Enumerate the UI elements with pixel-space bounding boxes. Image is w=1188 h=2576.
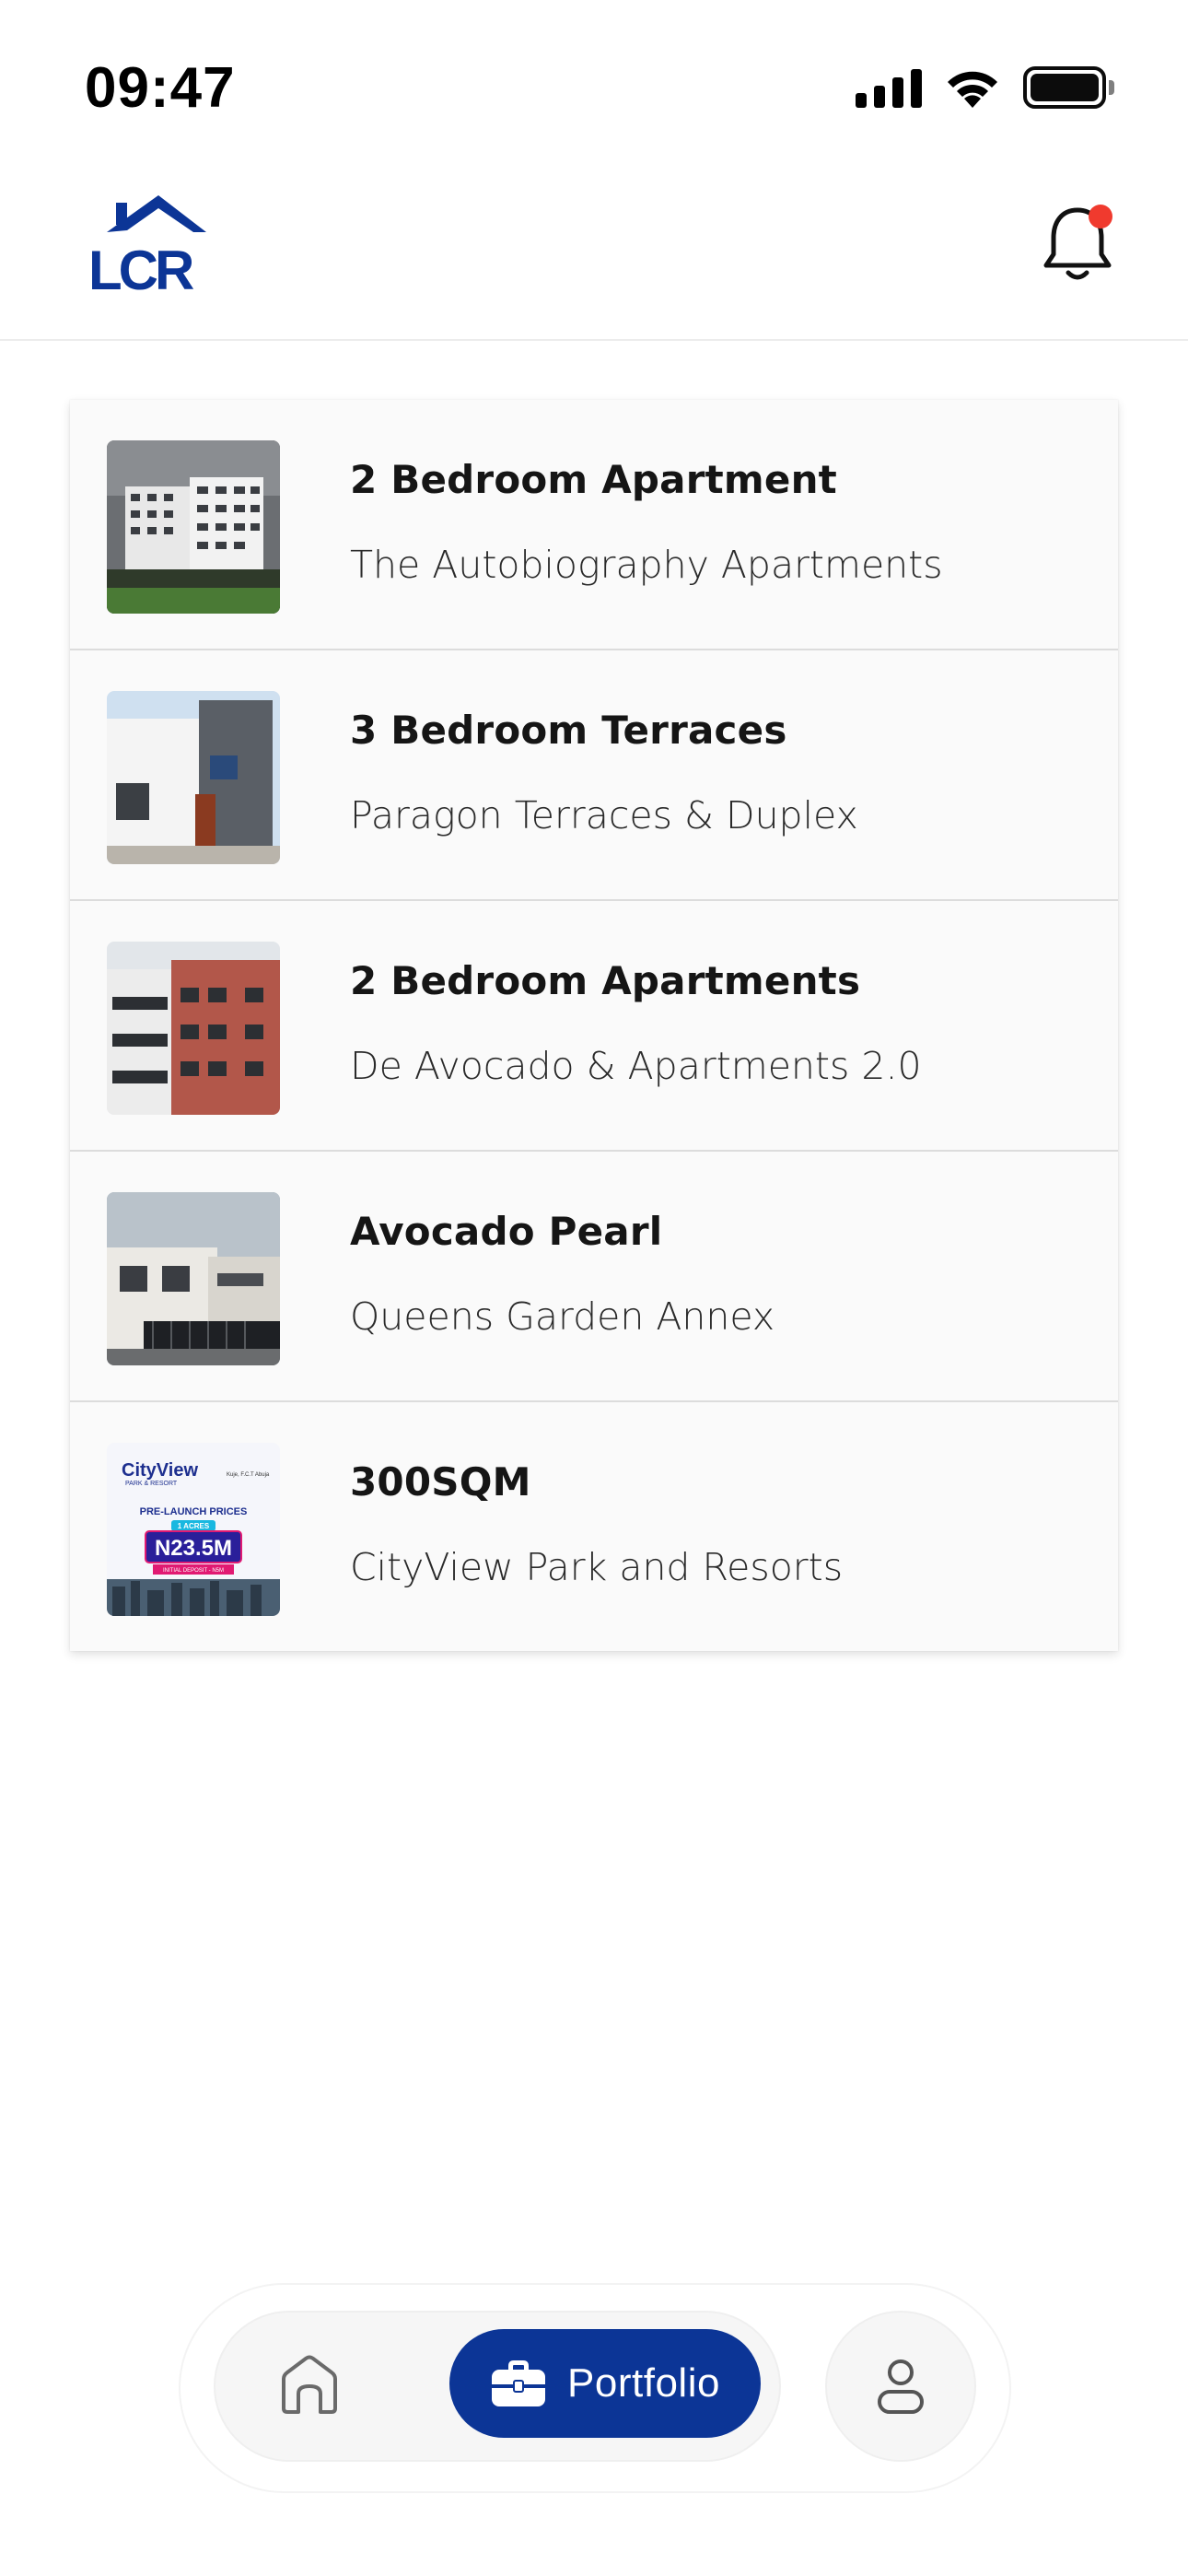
notification-dot bbox=[1089, 205, 1112, 228]
profile-icon bbox=[878, 2359, 924, 2414]
nav-portfolio-button[interactable]: Portfolio bbox=[449, 2329, 761, 2438]
flyer-price: N23.5M bbox=[155, 1536, 232, 1561]
listing-title: 2 Bedroom Apartment bbox=[350, 457, 837, 502]
battery-icon bbox=[1023, 66, 1114, 109]
status-icons bbox=[856, 66, 1114, 109]
nav-home-button[interactable] bbox=[276, 2351, 343, 2418]
list-item[interactable]: 2 Bedroom Apartments De Avocado & Apartm… bbox=[70, 901, 1118, 1152]
list-item[interactable]: Avocado Pearl Queens Garden Annex bbox=[70, 1152, 1118, 1402]
listing-text: 2 Bedroom Apartments De Avocado & Apartm… bbox=[350, 958, 922, 1088]
listing-text: 300SQM CityView Park and Resorts bbox=[350, 1459, 843, 1589]
listing-text: Avocado Pearl Queens Garden Annex bbox=[350, 1209, 775, 1339]
flyer-tagline: PARK & RESORT bbox=[125, 1481, 178, 1487]
notification-bell-icon[interactable] bbox=[1041, 203, 1114, 286]
listing-subtitle: Queens Garden Annex bbox=[350, 1294, 775, 1339]
nav-portfolio-label: Portfolio bbox=[567, 2360, 720, 2406]
nav-profile-button[interactable] bbox=[825, 2311, 976, 2462]
listing-text: 2 Bedroom Apartment The Autobiography Ap… bbox=[350, 457, 943, 587]
wifi-icon bbox=[946, 67, 999, 108]
listing-title: 3 Bedroom Terraces bbox=[350, 708, 787, 753]
signal-icon bbox=[856, 67, 922, 108]
list-item[interactable]: CityView PARK & RESORT Kuje, F.C.T Abuja… bbox=[70, 1402, 1118, 1651]
flyer-headline: PRE-LAUNCH PRICES bbox=[140, 1506, 248, 1517]
lcr-logo[interactable]: LCR bbox=[88, 193, 221, 301]
briefcase-icon bbox=[492, 2360, 546, 2406]
property-thumbnail bbox=[107, 942, 280, 1115]
listing-subtitle: CityView Park and Resorts bbox=[350, 1545, 844, 1589]
listing-subtitle: Paragon Terraces & Duplex bbox=[350, 793, 858, 837]
flyer-brand: CityView bbox=[122, 1460, 198, 1481]
logo-text: LCR bbox=[88, 240, 194, 295]
flyer-badge: 1 ACRES bbox=[178, 1522, 210, 1530]
property-thumbnail bbox=[107, 691, 280, 864]
property-flyer-thumbnail: CityView PARK & RESORT Kuje, F.C.T Abuja… bbox=[107, 1443, 280, 1616]
flyer-location: Kuje, F.C.T Abuja bbox=[227, 1472, 270, 1478]
list-item[interactable]: 2 Bedroom Apartment The Autobiography Ap… bbox=[70, 400, 1118, 650]
property-thumbnail bbox=[107, 1192, 280, 1365]
listing-subtitle: The Autobiography Apartments bbox=[350, 543, 943, 587]
listing-title: 300SQM bbox=[350, 1459, 531, 1505]
app-header: LCR bbox=[0, 175, 1188, 341]
portfolio-list: 2 Bedroom Apartment The Autobiography Ap… bbox=[70, 400, 1118, 1651]
portfolio-screen: 09:47 LCR 2 Bedroom Apartment The Autobi… bbox=[0, 0, 1188, 2576]
listing-title: 2 Bedroom Apartments bbox=[350, 958, 861, 1003]
list-item[interactable]: 3 Bedroom Terraces Paragon Terraces & Du… bbox=[70, 650, 1118, 901]
home-icon bbox=[282, 2355, 337, 2414]
listing-title: Avocado Pearl bbox=[350, 1209, 663, 1254]
listing-text: 3 Bedroom Terraces Paragon Terraces & Du… bbox=[350, 708, 858, 837]
property-thumbnail bbox=[107, 440, 280, 614]
status-time: 09:47 bbox=[85, 56, 236, 120]
flyer-deposit: INITIAL DEPOSIT - N5M bbox=[163, 1568, 224, 1574]
status-bar: 09:47 bbox=[0, 0, 1188, 175]
listing-subtitle: De Avocado & Apartments 2.0 bbox=[350, 1044, 922, 1088]
